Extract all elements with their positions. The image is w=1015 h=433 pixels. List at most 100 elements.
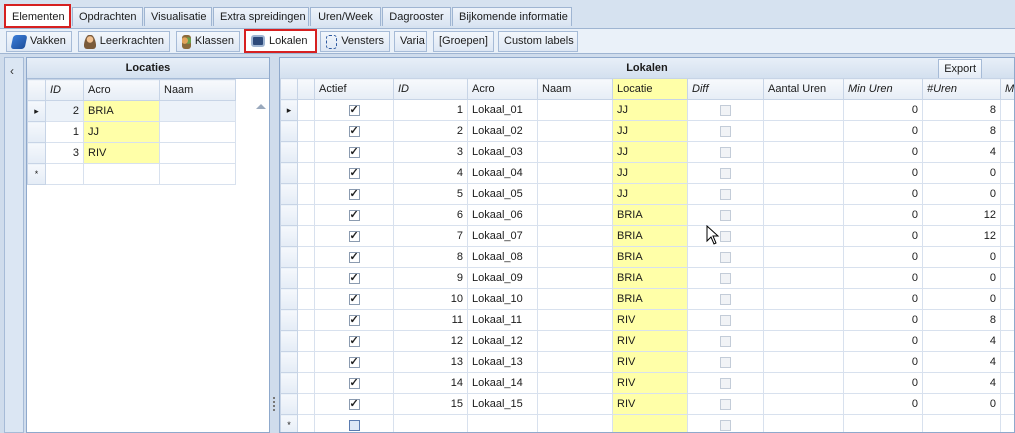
tab-vensters[interactable]: Vensters (320, 31, 390, 52)
empty-cell[interactable] (467, 414, 538, 432)
new-row[interactable]: * (27, 163, 236, 185)
cell-min-uren[interactable]: 0 (843, 183, 923, 205)
cell-diff[interactable] (687, 267, 764, 289)
tab-visualisatie[interactable]: Visualisatie (144, 7, 212, 26)
actief-checkbox[interactable] (348, 271, 360, 284)
empty-cell[interactable] (297, 414, 315, 432)
cell-aantal-uren[interactable] (763, 351, 844, 373)
cell-acro[interactable]: Lokaal_13 (467, 351, 538, 373)
cell-acro[interactable]: Lokaal_03 (467, 141, 538, 163)
table-row[interactable]: 3Lokaal_03 JJ 04 (280, 141, 1014, 163)
row-indicator[interactable] (280, 288, 298, 310)
row-indicator[interactable] (280, 225, 298, 247)
cell-min-uren[interactable]: 0 (843, 162, 923, 184)
cell-locatie[interactable]: RIV (612, 309, 688, 331)
cell-locatie[interactable]: JJ (612, 99, 688, 121)
cell-naam[interactable] (159, 142, 236, 164)
cell-id[interactable]: 7 (393, 225, 468, 247)
cell-diff[interactable] (687, 183, 764, 205)
table-row[interactable]: 12Lokaal_12 RIV 04 (280, 330, 1014, 352)
row-blank-cell[interactable] (297, 351, 315, 373)
cell-locatie[interactable]: RIV (612, 393, 688, 415)
row-indicator[interactable] (280, 246, 298, 268)
row-indicator[interactable] (27, 121, 46, 143)
diff-checkbox[interactable] (720, 335, 731, 347)
cell-acro[interactable]: Lokaal_09 (467, 267, 538, 289)
cell-actief[interactable] (314, 204, 394, 226)
cell-locatie[interactable]: BRIA (612, 267, 688, 289)
cell-aantal-uren[interactable] (763, 120, 844, 142)
table-row[interactable]: ▸ 1Lokaal_01 JJ 08 (280, 99, 1014, 121)
cell-ma[interactable] (1000, 351, 1014, 373)
tab-leerkrachten[interactable]: Leerkrachten (78, 31, 170, 52)
cell-id[interactable]: 4 (393, 162, 468, 184)
cell-ma[interactable] (1000, 141, 1014, 163)
cell-aantal-uren[interactable] (763, 99, 844, 121)
row-blank-cell[interactable] (297, 267, 315, 289)
panel-splitter[interactable] (270, 57, 278, 433)
cell-aantal-uren[interactable] (763, 330, 844, 352)
cell-uren[interactable]: 4 (922, 330, 1001, 352)
cell-locatie[interactable]: JJ (612, 183, 688, 205)
cell-id[interactable]: 12 (393, 330, 468, 352)
cell-aantal-uren[interactable] (763, 372, 844, 394)
cell-acro[interactable]: Lokaal_01 (467, 99, 538, 121)
cell-acro[interactable]: Lokaal_12 (467, 330, 538, 352)
cell-diff[interactable] (687, 141, 764, 163)
cell-naam[interactable] (537, 288, 613, 310)
cell-min-uren[interactable]: 0 (843, 330, 923, 352)
cell-id[interactable]: 1 (45, 121, 84, 143)
cell-ma[interactable] (1000, 99, 1014, 121)
row-blank-cell[interactable] (297, 162, 315, 184)
cell-naam[interactable] (537, 120, 613, 142)
cell-min-uren[interactable]: 0 (843, 141, 923, 163)
cell-naam[interactable] (159, 100, 236, 122)
cell-min-uren[interactable]: 0 (843, 309, 923, 331)
row-blank-cell[interactable] (297, 330, 315, 352)
cell-aantal-uren[interactable] (763, 183, 844, 205)
row-indicator[interactable] (280, 162, 298, 184)
cell-locatie[interactable]: BRIA (612, 246, 688, 268)
new-row[interactable]: * (280, 414, 1014, 432)
new-row-indicator[interactable]: * (27, 163, 46, 185)
cell-naam[interactable] (537, 372, 613, 394)
actief-checkbox[interactable] (348, 419, 360, 431)
column-header-diff[interactable]: Diff (687, 78, 764, 100)
row-indicator[interactable] (280, 120, 298, 142)
row-blank-cell[interactable] (297, 204, 315, 226)
cell-id[interactable]: 2 (393, 120, 468, 142)
cell-min-uren[interactable]: 0 (843, 120, 923, 142)
cell-id[interactable]: 3 (45, 142, 84, 164)
actief-checkbox[interactable] (348, 334, 360, 347)
column-header-uren[interactable]: #Uren (922, 78, 1001, 100)
cell-min-uren[interactable]: 0 (843, 267, 923, 289)
cell-id[interactable]: 6 (393, 204, 468, 226)
row-blank-cell[interactable] (297, 183, 315, 205)
diff-checkbox[interactable] (720, 209, 731, 221)
column-header-locatie[interactable]: Locatie (612, 78, 688, 100)
row-indicator[interactable] (280, 183, 298, 205)
cell-min-uren[interactable]: 0 (843, 204, 923, 226)
table-row[interactable]: 5Lokaal_05 JJ 00 (280, 183, 1014, 205)
cell-actief[interactable] (314, 141, 394, 163)
column-header-acro[interactable]: Acro (83, 79, 160, 101)
cell-diff[interactable] (687, 330, 764, 352)
actief-checkbox[interactable] (348, 103, 360, 116)
empty-cell[interactable] (843, 414, 923, 432)
column-header-acro[interactable]: Acro (467, 78, 538, 100)
row-indicator[interactable] (280, 351, 298, 373)
row-blank-cell[interactable] (297, 288, 315, 310)
row-indicator[interactable] (280, 141, 298, 163)
cell-ma[interactable] (1000, 204, 1014, 226)
tab-uren-week[interactable]: Uren/Week (310, 7, 381, 26)
table-row[interactable]: 15Lokaal_15 RIV 00 (280, 393, 1014, 415)
cell-acro[interactable]: Lokaal_10 (467, 288, 538, 310)
row-indicator[interactable] (280, 309, 298, 331)
cell-id[interactable]: 9 (393, 267, 468, 289)
cell-acro[interactable]: Lokaal_04 (467, 162, 538, 184)
empty-cell[interactable] (763, 414, 844, 432)
cell-uren[interactable]: 4 (922, 372, 1001, 394)
column-header-min-uren[interactable]: Min Uren (843, 78, 923, 100)
row-blank-cell[interactable] (297, 225, 315, 247)
diff-checkbox[interactable] (720, 272, 731, 284)
